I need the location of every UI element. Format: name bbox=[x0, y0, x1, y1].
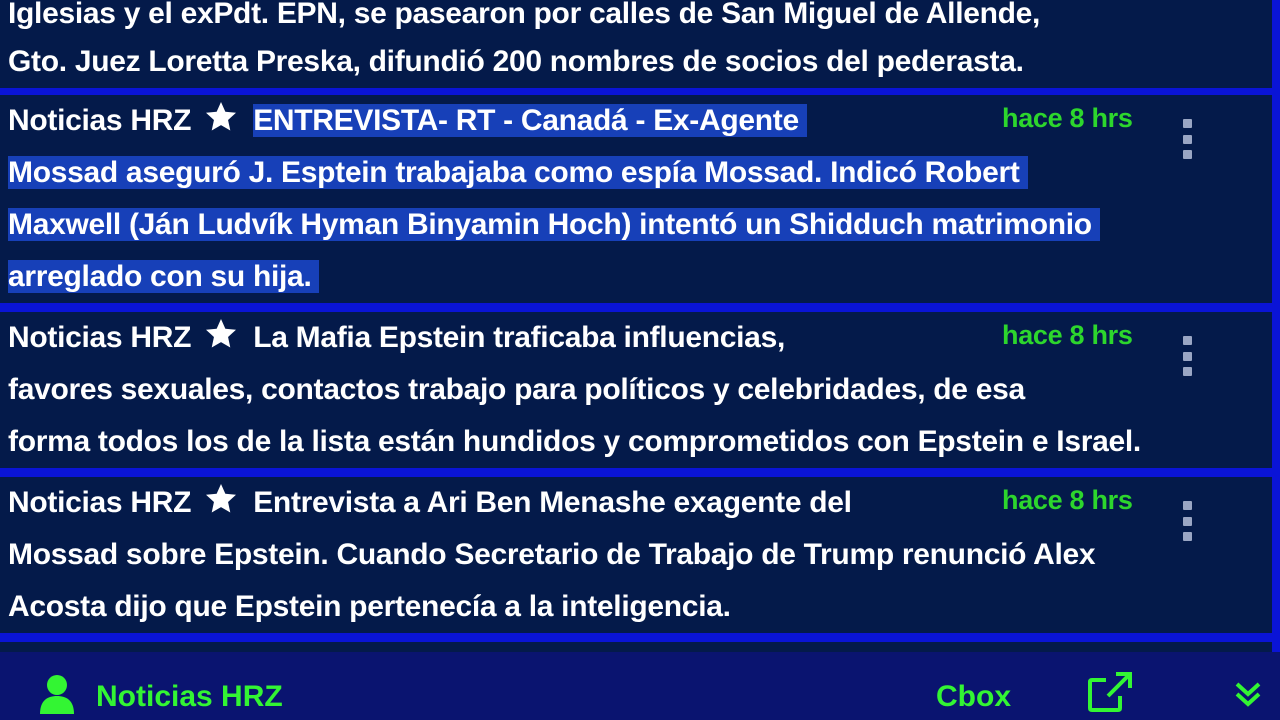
message-author[interactable]: Noticias HRZ bbox=[8, 486, 191, 519]
message-text: Entrevista a Ari Ben Menashe exagente de… bbox=[253, 486, 852, 519]
message-author[interactable]: Noticias HRZ bbox=[8, 104, 191, 137]
message-item: Noticias HRZ Entrevista a Ari Ben Menash… bbox=[0, 477, 1272, 633]
message-text-line: Mossad aseguró J. Esptein trabajaba como… bbox=[8, 147, 1028, 199]
message-text: La Mafia Epstein traficaba influencias, bbox=[253, 321, 785, 354]
message-text-line: favores sexuales, contactos trabajo para… bbox=[8, 373, 1025, 406]
message-text-line: Acosta dijo que Epstein pertenecía a la … bbox=[8, 590, 731, 623]
message-author[interactable]: Noticias HRZ bbox=[8, 321, 191, 354]
message-menu-icon[interactable] bbox=[1176, 501, 1198, 541]
double-chevron-down-icon[interactable] bbox=[1234, 680, 1262, 708]
external-link-icon[interactable] bbox=[1086, 670, 1134, 714]
message-text-line: forma todos los de la lista están hundid… bbox=[8, 425, 1141, 458]
message-text-line: Maxwell (Ján Ludvík Hyman Binyamin Hoch)… bbox=[8, 199, 1100, 251]
message-first-line: Noticias HRZ La Mafia Epstein traficaba … bbox=[8, 312, 785, 364]
message-item: Iglesias y el exPdt. EPN, se pasearon po… bbox=[0, 0, 1272, 88]
message-item: Noticias HRZ La Mafia Epstein traficaba … bbox=[0, 312, 1272, 468]
footer-bar: Noticias HRZ Cbox bbox=[0, 652, 1280, 720]
message-timestamp: hace 8 hrs bbox=[1002, 103, 1133, 133]
message-first-line: Noticias HRZ Entrevista a Ari Ben Menash… bbox=[8, 477, 852, 529]
message-timestamp: hace 8 hrs bbox=[1002, 320, 1133, 350]
star-icon[interactable] bbox=[203, 481, 239, 517]
message-timestamp: hace 8 hrs bbox=[1002, 485, 1133, 515]
message-text-line: Mossad sobre Epstein. Cuando Secretario … bbox=[8, 538, 1096, 571]
chat-feed[interactable]: Iglesias y el exPdt. EPN, se pasearon po… bbox=[0, 0, 1280, 652]
user-icon[interactable] bbox=[38, 674, 76, 714]
star-icon[interactable] bbox=[203, 99, 239, 135]
message-text-line: Iglesias y el exPdt. EPN, se pasearon po… bbox=[8, 0, 1041, 30]
message-text: ENTREVISTA- RT - Canadá - Ex-Agente bbox=[253, 104, 807, 137]
message-text-line: Gto. Juez Loretta Preska, difundió 200 n… bbox=[8, 45, 1024, 78]
message-text-line: arreglado con su hija. bbox=[8, 251, 320, 303]
message-menu-icon[interactable] bbox=[1176, 119, 1198, 159]
message-item: Noticias HRZ ENTREVISTA- RT - Canadá - E… bbox=[0, 95, 1272, 303]
message-menu-icon[interactable] bbox=[1176, 336, 1198, 376]
star-icon[interactable] bbox=[203, 316, 239, 352]
message-first-line: Noticias HRZ ENTREVISTA- RT - Canadá - E… bbox=[8, 95, 807, 147]
footer-user-name[interactable]: Noticias HRZ bbox=[96, 680, 283, 714]
message-item bbox=[0, 642, 1272, 652]
cbox-link[interactable]: Cbox bbox=[936, 680, 1011, 714]
